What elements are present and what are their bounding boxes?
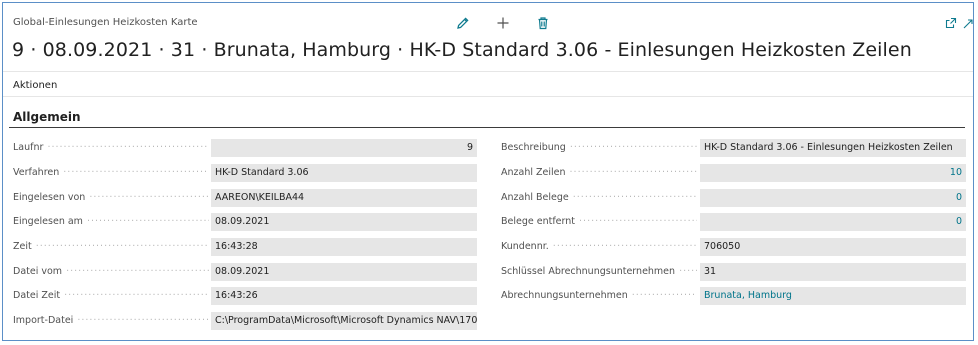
field-label-import-datei: Import-Datei (13, 314, 209, 328)
field-value-verfahren[interactable]: HK-D Standard 3.06 (211, 164, 477, 182)
field-label-kundennr: Kundennr. (501, 240, 697, 254)
field-value-eingelesen-von[interactable]: AAREON\KEILBA44 (211, 189, 477, 207)
field-value-datei-vom[interactable]: 08.09.2021 (211, 263, 477, 281)
field-value-anzahl-zeilen[interactable]: 10 (700, 164, 966, 182)
field-label-datei-zeit: Datei Zeit (13, 289, 209, 303)
field-label-belege-entfernt: Belege entfernt (501, 215, 697, 229)
field-value-belege-entfernt[interactable]: 0 (700, 213, 966, 231)
field-value-datei-zeit[interactable]: 16:43:26 (211, 287, 477, 305)
field-value-anzahl-belege[interactable]: 0 (700, 189, 966, 207)
field-label-eingelesen-von: Eingelesen von (13, 191, 209, 205)
field-value-zeit[interactable]: 16:43:28 (211, 238, 477, 256)
add-icon[interactable] (495, 15, 511, 31)
field-label-abrechnungsunternehmen: Abrechnungsunternehmen (501, 289, 697, 303)
field-label-beschreibung: Beschreibung (501, 141, 697, 155)
open-in-new-window-icon[interactable] (943, 15, 959, 31)
actions-menu[interactable]: Aktionen (13, 80, 57, 91)
delete-icon[interactable] (535, 15, 551, 31)
field-label-anzahl-zeilen: Anzahl Zeilen (501, 166, 697, 180)
field-value-abrechnungsunternehmen[interactable]: Brunata, Hamburg (700, 287, 966, 305)
field-label-verfahren: Verfahren (13, 166, 209, 180)
section-title[interactable]: Allgemein (13, 110, 81, 124)
action-bar: Aktionen (3, 71, 973, 97)
field-value-laufnr[interactable]: 9 (211, 139, 477, 157)
page-caption: Global-Einlesungen Heizkosten Karte (13, 17, 198, 28)
field-label-eingelesen-am: Eingelesen am (13, 215, 209, 229)
field-label-schluessel-abrechnungsunternehmen: Schlüssel Abrechnungsunternehmen (501, 265, 697, 279)
field-label-laufnr: Laufnr (13, 141, 209, 155)
field-value-eingelesen-am[interactable]: 08.09.2021 (211, 213, 477, 231)
expand-icon[interactable] (963, 15, 973, 31)
field-value-kundennr[interactable]: 706050 (700, 238, 966, 256)
card-page: Global-Einlesungen Heizkosten Karte 9 · … (2, 2, 974, 341)
section-divider (9, 127, 965, 128)
field-value-beschreibung[interactable]: HK-D Standard 3.06 - Einlesungen Heizkos… (700, 139, 966, 157)
page-title: 9 · 08.09.2021 · 31 · Brunata, Hamburg ·… (12, 39, 912, 61)
field-label-anzahl-belege: Anzahl Belege (501, 191, 697, 205)
field-label-datei-vom: Datei vom (13, 265, 209, 279)
field-value-import-datei[interactable]: C:\ProgramData\Microsoft\Microsoft Dynam… (211, 312, 477, 330)
edit-icon[interactable] (455, 15, 471, 31)
field-value-schluessel-abrechnungsunternehmen[interactable]: 31 (700, 263, 966, 281)
field-label-zeit: Zeit (13, 240, 209, 254)
